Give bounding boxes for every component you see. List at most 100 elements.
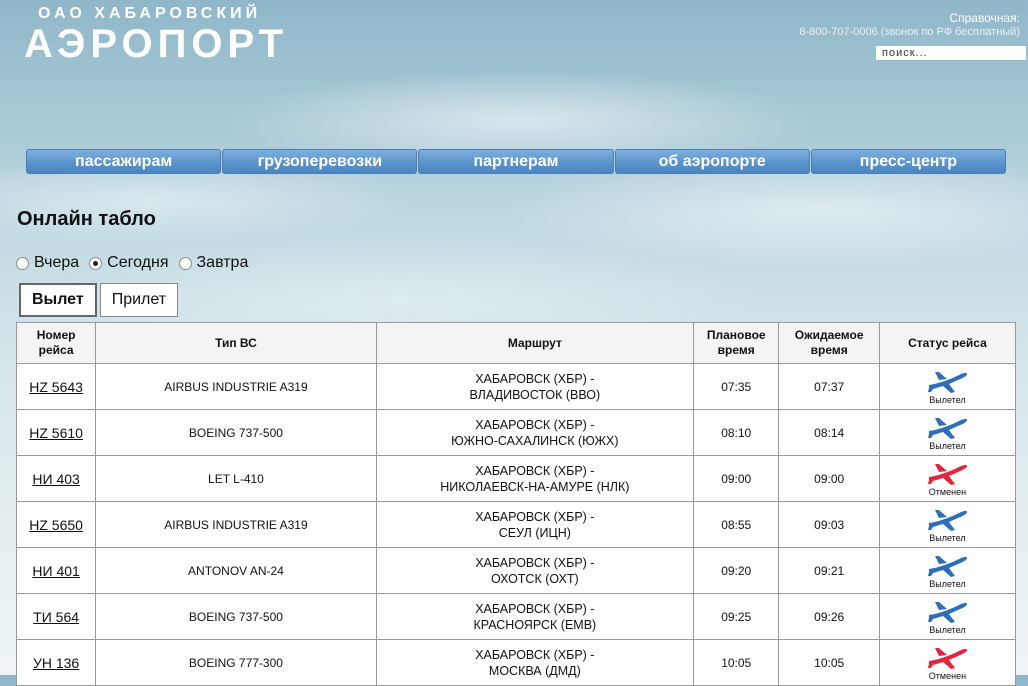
planned-time-cell: 10:05: [692, 639, 780, 686]
aircraft-cell: BOEING 737-500: [95, 409, 377, 456]
table-row: НИ 403 LET L-410 ХАБАРОВСК (ХБР) - НИКОЛ…: [15, 455, 1017, 502]
route-to: ОХОТСК (ОХТ): [490, 571, 579, 586]
status-cell: Вылетел: [878, 501, 1017, 548]
status-cell: Отменен: [878, 639, 1017, 686]
flight-number-cell: НИ 401: [15, 547, 97, 594]
aircraft-cell: LET L-410: [95, 455, 377, 502]
day-selector: Вчера Сегодня Завтра: [16, 253, 258, 273]
col-aircraft: Тип ВС: [95, 322, 377, 364]
status-text: Вылетел: [929, 625, 966, 635]
radio-yesterday[interactable]: [16, 256, 29, 270]
day-today[interactable]: Сегодня: [89, 254, 169, 272]
nav-press[interactable]: пресс-центр: [810, 149, 1007, 174]
table-row: HZ 5650 AIRBUS INDUSTRIE A319 ХАБАРОВСК …: [15, 501, 1017, 548]
route-from: ХАБАРОВСК (ХБР) -: [475, 647, 595, 662]
expected-time-cell: 09:00: [778, 455, 880, 502]
expected-time-cell: 08:14: [778, 409, 880, 456]
radio-tomorrow[interactable]: [178, 256, 192, 270]
aircraft-cell: BOEING 737-500: [95, 593, 377, 640]
help-phone: 8-800-707-0006 (звонок по РФ бесплатный): [799, 26, 1020, 38]
tab-departures[interactable]: Вылет: [19, 283, 97, 317]
col-planned-time: Плановое время: [692, 322, 780, 364]
expected-time-cell: 09:03: [778, 501, 880, 548]
status-cell: Вылетел: [878, 363, 1017, 410]
brand-logo[interactable]: АЭРОПОРТ: [24, 22, 288, 67]
route-cell: ХАБАРОВСК (ХБР) - КРАСНОЯРСК (ЕМВ): [375, 593, 694, 640]
radio-today[interactable]: [89, 256, 103, 270]
aircraft-cell: AIRBUS INDUSTRIE A319: [95, 501, 377, 548]
expected-time-cell: 09:26: [778, 593, 880, 640]
status-cell: Вылетел: [878, 547, 1017, 594]
plane-blue-icon: [925, 552, 969, 578]
flight-number-link[interactable]: УН 136: [33, 655, 79, 671]
route-cell: ХАБАРОВСК (ХБР) - МОСКВА (ДМД): [375, 639, 694, 686]
nav-cargo[interactable]: грузоперевозки: [222, 149, 418, 174]
nav-partners[interactable]: партнерам: [418, 149, 614, 174]
expected-time-cell: 10:05: [778, 639, 880, 686]
status-cell: Вылетел: [878, 409, 1017, 456]
flight-number-link[interactable]: HZ 5650: [29, 517, 83, 533]
route-cell: ХАБАРОВСК (ХБР) - ВЛАДИВОСТОК (ВВО): [375, 363, 694, 410]
route-to: НИКОЛАЕВСК-НА-АМУРЕ (НЛК): [440, 479, 630, 494]
plane-red-icon: [925, 644, 969, 670]
flight-number-cell: УН 136: [15, 639, 97, 686]
route-cell: ХАБАРОВСК (ХБР) - ОХОТСК (ОХТ): [375, 547, 694, 594]
expected-time-cell: 09:21: [778, 547, 880, 594]
help-label: Справочная:: [949, 11, 1020, 25]
planned-time-cell: 09:00: [692, 455, 780, 502]
expected-time-cell: 07:37: [778, 363, 880, 410]
flight-number-cell: HZ 5650: [15, 501, 97, 548]
nav-passengers[interactable]: пассажирам: [26, 149, 222, 174]
flight-number-link[interactable]: НИ 401: [32, 563, 79, 579]
status-text: Вылетел: [929, 579, 966, 589]
table-header-row: Номер рейса Тип ВС Маршрут Плановое время …: [15, 322, 1017, 364]
status-indicator: Вылетел: [881, 506, 1014, 543]
status-indicator: Вылетел: [881, 598, 1014, 635]
flight-number-cell: ТИ 564: [15, 593, 97, 640]
flight-number-cell: НИ 403: [15, 455, 97, 502]
route-cell: ХАБАРОВСК (ХБР) - ЮЖНО-САХАЛИНСК (ЮЖХ): [375, 409, 694, 456]
col-route: Маршрут: [375, 322, 694, 364]
col-flight-number: Номер рейса: [15, 322, 97, 364]
planned-time-cell: 07:35: [692, 363, 780, 410]
flight-number-link[interactable]: НИ 403: [32, 471, 79, 487]
status-text: Отменен: [928, 671, 967, 681]
col-status: Статус рейса: [878, 322, 1017, 364]
status-text: Вылетел: [929, 395, 966, 405]
col-flight-number-label: Номер рейса: [36, 328, 76, 357]
tab-arrivals[interactable]: Прилет: [99, 283, 179, 317]
flight-board: Номер рейса Тип ВС Маршрут Плановое время …: [15, 322, 1017, 686]
status-text: Вылетел: [929, 441, 966, 451]
page-title: Онлайн табло: [17, 208, 156, 230]
aircraft-cell: AIRBUS INDUSTRIE A319: [95, 363, 377, 410]
route-to: ВЛАДИВОСТОК (ВВО): [469, 387, 601, 402]
status-cell: Вылетел: [878, 593, 1017, 640]
flight-number-link[interactable]: HZ 5610: [29, 425, 83, 441]
table-row: НИ 401 ANTONOV AN-24 ХАБАРОВСК (ХБР) - О…: [15, 547, 1017, 594]
nav-about[interactable]: об аэропорте: [614, 149, 810, 174]
status-text: Отменен: [928, 487, 967, 497]
status-indicator: Вылетел: [881, 414, 1014, 451]
col-expected-time: Ожидаемое время: [778, 322, 880, 364]
table-row: HZ 5643 AIRBUS INDUSTRIE A319 ХАБАРОВСК …: [15, 363, 1017, 410]
flight-number-cell: HZ 5643: [15, 363, 97, 410]
col-aircraft-label: Тип ВС: [215, 335, 257, 350]
search-input[interactable]: [876, 46, 1026, 60]
plane-blue-icon: [925, 598, 969, 624]
route-cell: ХАБАРОВСК (ХБР) - НИКОЛАЕВСК-НА-АМУРЕ (Н…: [375, 455, 694, 502]
planned-time-cell: 09:20: [692, 547, 780, 594]
status-indicator: Вылетел: [881, 368, 1014, 405]
flight-number-link[interactable]: ТИ 564: [33, 609, 79, 625]
route-to: КРАСНОЯРСК (ЕМВ): [473, 617, 597, 632]
route-from: ХАБАРОВСК (ХБР) -: [475, 555, 595, 570]
flight-number-link[interactable]: HZ 5643: [29, 379, 83, 395]
plane-red-icon: [925, 460, 969, 486]
site-header: ОАО ХАБАРОВСКИЙ АЭРОПОРТ Справочная: 8-8…: [0, 0, 1028, 140]
planned-time-cell: 08:10: [692, 409, 780, 456]
day-tomorrow[interactable]: Завтра: [178, 254, 248, 272]
day-yesterday[interactable]: Вчера: [16, 254, 79, 272]
planned-time-cell: 09:25: [692, 593, 780, 640]
col-expected-time-label: Ожидаемое время: [794, 328, 864, 357]
col-status-label: Статус рейса: [908, 335, 987, 350]
route-from: ХАБАРОВСК (ХБР) -: [475, 417, 595, 432]
